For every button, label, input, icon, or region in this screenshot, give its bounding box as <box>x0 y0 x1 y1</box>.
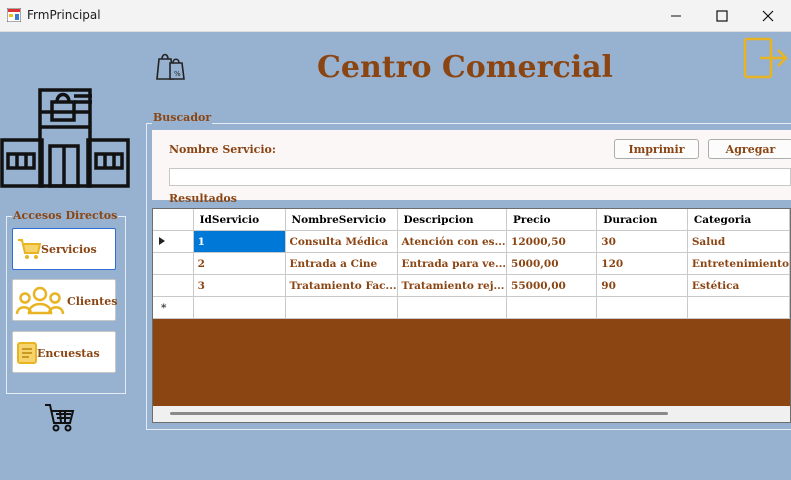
row-header[interactable] <box>153 252 194 275</box>
table-header-row: IdServicio NombreServicio Descripcion Pr… <box>153 209 790 231</box>
window-titlebar: FrmPrincipal <box>0 0 791 32</box>
mall-building-icon <box>0 88 130 188</box>
table-cell[interactable] <box>506 296 598 319</box>
table-cell[interactable]: 3 <box>193 274 286 297</box>
page-title: Centro Comercial <box>317 50 613 85</box>
table-cell[interactable]: Entretenimiento <box>687 252 790 275</box>
table-cell[interactable] <box>285 296 398 319</box>
window-title: FrmPrincipal <box>27 8 101 22</box>
column-header[interactable]: Descripcion <box>397 209 508 231</box>
minimize-button[interactable] <box>653 0 699 31</box>
sidebar-item-servicios[interactable]: Servicios <box>12 228 116 270</box>
shopping-bags-icon: % <box>156 53 185 80</box>
sidebar-item-label: Encuestas <box>37 347 100 360</box>
table-cell[interactable]: 90 <box>596 274 688 297</box>
close-icon <box>762 10 774 21</box>
table-cell[interactable]: 120 <box>596 252 688 275</box>
results-label: Resultados <box>169 192 237 205</box>
table-cell[interactable] <box>596 296 688 319</box>
minimize-icon <box>671 15 681 16</box>
table-cell[interactable]: 5000,00 <box>506 252 598 275</box>
table-cell[interactable]: Entrada a Cine <box>285 252 398 275</box>
column-header[interactable]: Duracion <box>596 209 688 231</box>
sidebar-item-label: Clientes <box>67 295 118 308</box>
row-header[interactable] <box>153 230 194 253</box>
table-cell[interactable]: 55000,00 <box>506 274 598 297</box>
service-name-label: Nombre Servicio: <box>169 143 276 156</box>
shortcuts-group-label: Accesos Directos <box>12 209 119 222</box>
table-cell[interactable]: Tratamiento rej... <box>397 274 508 297</box>
table-row[interactable]: 1 Consulta Médica Atención con es... 120… <box>153 230 790 253</box>
current-row-arrow-icon <box>159 236 165 245</box>
table-cell[interactable]: 1 <box>193 230 286 253</box>
maximize-icon <box>716 9 728 22</box>
add-button[interactable]: Agregar <box>708 139 791 159</box>
row-header-corner <box>153 209 194 231</box>
horizontal-scrollbar[interactable] <box>153 406 790 422</box>
new-row-marker: * <box>153 296 194 319</box>
close-button[interactable] <box>745 0 791 31</box>
column-header[interactable]: IdServicio <box>193 209 286 231</box>
table-cell[interactable]: Consulta Médica <box>285 230 398 253</box>
table-cell[interactable]: 12000,50 <box>506 230 598 253</box>
print-button[interactable]: Imprimir <box>614 139 699 159</box>
users-icon <box>15 286 65 315</box>
table-cell[interactable] <box>193 296 286 319</box>
scrollbar-thumb[interactable] <box>170 412 668 415</box>
app-icon <box>7 8 21 22</box>
table-cell[interactable]: Tratamiento Fac... <box>285 274 398 297</box>
table-cell[interactable]: Atención con es... <box>397 230 508 253</box>
table-cell[interactable]: Salud <box>687 230 790 253</box>
table-cell[interactable] <box>397 296 508 319</box>
search-group-label: Buscador <box>152 111 213 124</box>
table-row[interactable]: 3 Tratamiento Fac... Tratamiento rej... … <box>153 274 790 297</box>
results-table: IdServicio NombreServicio Descripcion Pr… <box>153 209 790 319</box>
exit-icon[interactable] <box>742 36 788 82</box>
sidebar-item-label: Servicios <box>41 243 97 256</box>
table-row[interactable]: 2 Entrada a Cine Entrada para ve... 5000… <box>153 252 790 275</box>
maximize-button[interactable] <box>699 0 745 31</box>
table-cell[interactable]: Estética <box>687 274 790 297</box>
table-cell[interactable]: 30 <box>596 230 688 253</box>
shopping-cart-icon <box>45 404 75 432</box>
sidebar-item-encuestas[interactable]: Encuestas <box>12 331 116 373</box>
svg-text:%: % <box>174 70 181 78</box>
cart-icon <box>18 239 41 259</box>
column-header[interactable]: Precio <box>506 209 598 231</box>
service-search-input[interactable] <box>169 168 791 186</box>
column-header[interactable]: Categoria <box>687 209 790 231</box>
table-cell[interactable] <box>687 296 790 319</box>
table-cell[interactable]: 2 <box>193 252 286 275</box>
column-header[interactable]: NombreServicio <box>285 209 398 231</box>
row-header[interactable] <box>153 274 194 297</box>
table-cell[interactable]: Entrada para ve... <box>397 252 508 275</box>
new-row[interactable]: * <box>153 296 790 319</box>
results-grid[interactable]: IdServicio NombreServicio Descripcion Pr… <box>152 208 791 423</box>
sidebar-item-clientes[interactable]: Clientes <box>12 279 118 321</box>
